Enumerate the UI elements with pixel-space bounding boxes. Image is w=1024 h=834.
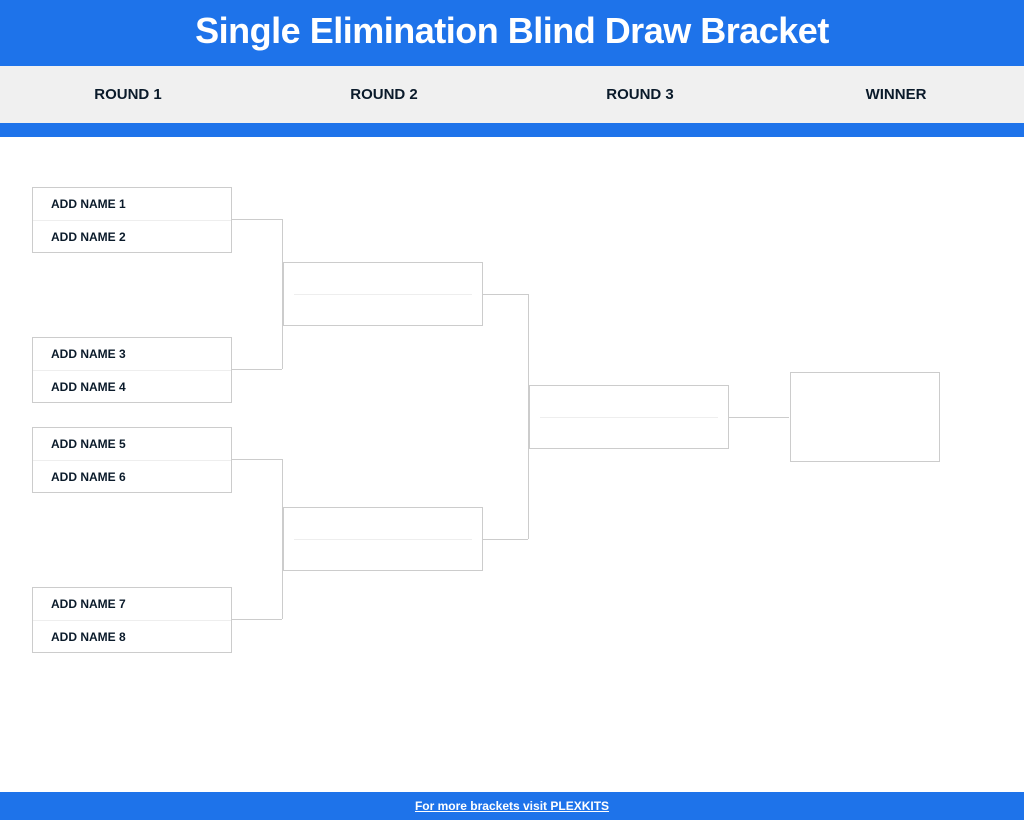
r1-match-3[interactable]: ADD NAME 5 ADD NAME 6 — [32, 427, 232, 493]
rounds-header: ROUND 1 ROUND 2 ROUND 3 WINNER — [0, 66, 1024, 123]
r1-slot-1[interactable]: ADD NAME 1 — [33, 188, 231, 220]
r1-match-2[interactable]: ADD NAME 3 ADD NAME 4 — [32, 337, 232, 403]
r2-match-2[interactable] — [283, 507, 483, 571]
title-bar: Single Elimination Blind Draw Bracket — [0, 0, 1024, 66]
r2-match-1[interactable] — [283, 262, 483, 326]
round-2-header: ROUND 2 — [256, 86, 512, 103]
r1-slot-4[interactable]: ADD NAME 4 — [33, 370, 231, 402]
r1-slot-5[interactable]: ADD NAME 5 — [33, 428, 231, 460]
round-1-header: ROUND 1 — [0, 86, 256, 103]
r1-slot-3[interactable]: ADD NAME 3 — [33, 338, 231, 370]
r1-slot-6[interactable]: ADD NAME 6 — [33, 460, 231, 492]
r1-match-1[interactable]: ADD NAME 1 ADD NAME 2 — [32, 187, 232, 253]
page-title: Single Elimination Blind Draw Bracket — [0, 10, 1024, 52]
r1-match-4[interactable]: ADD NAME 7 ADD NAME 8 — [32, 587, 232, 653]
footer-bar: For more brackets visit PLEXKITS — [0, 792, 1024, 820]
round-3-header: ROUND 3 — [512, 86, 768, 103]
bracket-area: ADD NAME 1 ADD NAME 2 ADD NAME 3 ADD NAM… — [0, 137, 1024, 727]
winner-header: WINNER — [768, 86, 1024, 103]
winner-box[interactable] — [790, 372, 940, 462]
r3-match-1[interactable] — [529, 385, 729, 449]
divider-stripe — [0, 123, 1024, 137]
r1-slot-7[interactable]: ADD NAME 7 — [33, 588, 231, 620]
footer-link[interactable]: For more brackets visit PLEXKITS — [415, 799, 609, 813]
r1-slot-8[interactable]: ADD NAME 8 — [33, 620, 231, 652]
r1-slot-2[interactable]: ADD NAME 2 — [33, 220, 231, 252]
